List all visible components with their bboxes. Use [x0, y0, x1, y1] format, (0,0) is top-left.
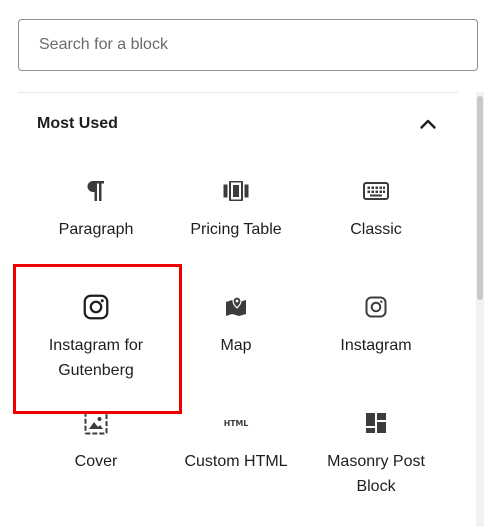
- block-list: Paragraph Pricing Table Classic Instagra…: [26, 158, 446, 506]
- chevron-up-icon[interactable]: [416, 112, 440, 136]
- scrollbar-thumb[interactable]: [477, 96, 483, 300]
- divider: [18, 92, 458, 93]
- block-label: Cover: [74, 453, 118, 470]
- block-inserter-panel: Most Used Paragraph: [0, 0, 484, 527]
- paragraph-icon: [83, 178, 109, 204]
- block-label: Instagram for Gutenberg: [48, 337, 144, 379]
- block-item-classic[interactable]: Classic: [306, 158, 446, 274]
- block-item-custom-html[interactable]: HTML Custom HTML: [166, 390, 306, 506]
- block-item-map[interactable]: Map: [166, 274, 306, 390]
- block-label: Paragraph: [58, 221, 134, 238]
- block-item-pricing-table[interactable]: Pricing Table: [166, 158, 306, 274]
- block-label: Map: [220, 337, 252, 354]
- instagram-icon: [363, 294, 389, 320]
- block-label: Masonry Post Block: [327, 453, 425, 495]
- search-box: [18, 19, 478, 71]
- scrollbar-track[interactable]: [476, 92, 484, 527]
- cover-image-icon: [83, 410, 109, 436]
- map-icon: [223, 294, 249, 320]
- block-label: Custom HTML: [184, 453, 288, 470]
- most-used-panel-toggle[interactable]: Most Used: [18, 104, 458, 144]
- block-item-masonry-post-block[interactable]: Masonry Post Block: [306, 390, 446, 506]
- pricing-table-icon: [223, 178, 249, 204]
- keyboard-icon: [363, 178, 389, 204]
- panel-title: Most Used: [37, 115, 118, 132]
- block-label: Pricing Table: [190, 221, 282, 238]
- block-search-input[interactable]: [19, 20, 477, 70]
- instagram-icon: [83, 294, 109, 320]
- html-icon: HTML: [223, 410, 249, 436]
- block-item-instagram-for-gutenberg[interactable]: Instagram for Gutenberg: [26, 274, 166, 390]
- block-label: Instagram: [340, 337, 412, 354]
- block-item-cover[interactable]: Cover: [26, 390, 166, 506]
- block-item-instagram[interactable]: Instagram: [306, 274, 446, 390]
- masonry-grid-icon: [363, 410, 389, 436]
- block-item-paragraph[interactable]: Paragraph: [26, 158, 166, 274]
- svg-text:HTML: HTML: [224, 419, 249, 428]
- block-label: Classic: [350, 221, 402, 238]
